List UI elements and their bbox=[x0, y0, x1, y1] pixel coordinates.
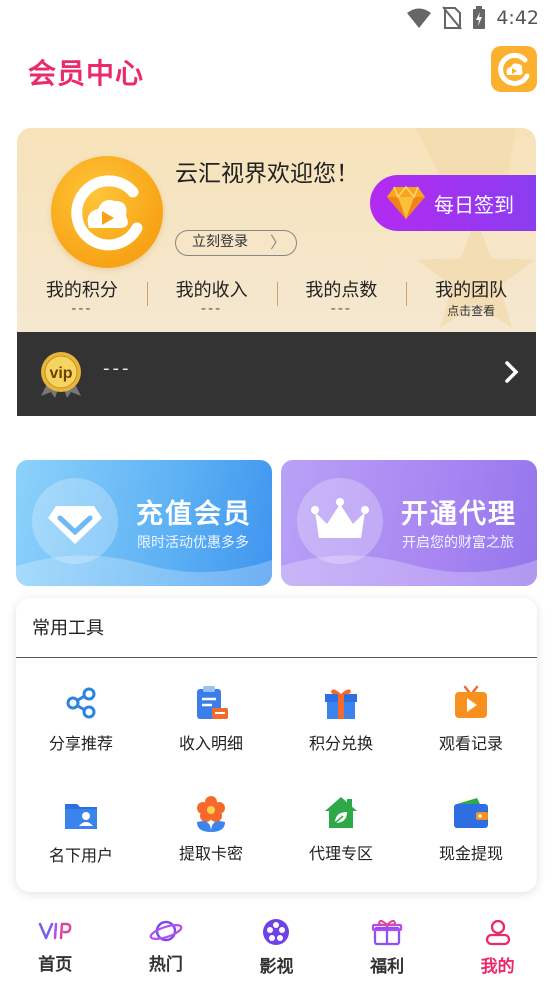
tool-label: 代理专区 bbox=[308, 844, 373, 863]
avatar[interactable] bbox=[51, 156, 163, 268]
bottom-tab-bar: 首页 热门 影视 福利 我的 bbox=[0, 908, 553, 983]
tv-play-icon bbox=[455, 685, 487, 718]
promo-title: 开通代理 bbox=[401, 499, 517, 530]
tool-share-recommend[interactable]: 分享推荐 bbox=[16, 686, 146, 754]
app-logo[interactable] bbox=[491, 46, 537, 92]
tab-label: 我的 bbox=[480, 957, 515, 977]
login-button[interactable]: 立刻登录 〉 bbox=[175, 230, 297, 256]
tool-label: 积分兑换 bbox=[308, 734, 373, 753]
no-sim-icon bbox=[442, 6, 463, 30]
app-logo-icon bbox=[498, 52, 530, 86]
tool-label: 现金提现 bbox=[438, 844, 503, 863]
tool-extract-card-key[interactable]: 提取卡密 bbox=[146, 794, 276, 864]
status-bar: 4:42 bbox=[0, 0, 553, 38]
stats-row: 我的积分 --- 我的收入 --- 我的点数 --- 我的团队 点击查看 bbox=[17, 276, 536, 326]
tab-label: 热门 bbox=[148, 955, 183, 975]
vip-badge-text: vip bbox=[49, 365, 72, 382]
tool-label: 提取卡密 bbox=[178, 844, 243, 863]
stat-label: 我的团队 bbox=[435, 280, 508, 301]
tab-hot[interactable]: 热门 bbox=[111, 908, 222, 983]
divider bbox=[16, 657, 537, 658]
gift-icon bbox=[371, 919, 403, 946]
house-leaf-icon bbox=[325, 797, 357, 828]
battery-charging-icon bbox=[473, 6, 486, 29]
wave-decor bbox=[16, 555, 272, 586]
stat-value: --- bbox=[330, 301, 352, 317]
film-reel-icon bbox=[263, 919, 290, 945]
stat-credits[interactable]: 我的点数 --- bbox=[276, 276, 407, 326]
planet-icon bbox=[149, 920, 183, 942]
chevron-right-icon bbox=[505, 361, 519, 383]
open-agent-card[interactable]: 开通代理 开启您的财富之旅 bbox=[281, 460, 537, 586]
vip-icon bbox=[39, 922, 72, 940]
diamond-icon bbox=[387, 185, 425, 219]
tool-agent-zone[interactable]: 代理专区 bbox=[276, 794, 406, 864]
checkin-label: 每日签到 bbox=[434, 192, 514, 217]
vip-status-text: --- bbox=[103, 358, 132, 379]
user-folder-icon bbox=[65, 804, 97, 829]
user-icon bbox=[485, 919, 510, 946]
tab-label: 首页 bbox=[38, 955, 73, 975]
status-icons: 4:42 bbox=[406, 6, 539, 30]
flower-icon bbox=[197, 796, 225, 832]
welcome-text: 云汇视界欢迎您！ bbox=[175, 161, 359, 187]
status-time: 4:42 bbox=[496, 7, 539, 29]
tool-points-exchange[interactable]: 积分兑换 bbox=[276, 684, 406, 754]
clipboard-icon bbox=[197, 686, 228, 719]
tab-welfare[interactable]: 福利 bbox=[332, 908, 443, 983]
wallet-icon bbox=[454, 798, 488, 828]
tool-cash-withdraw[interactable]: 现金提现 bbox=[406, 794, 536, 864]
login-label: 立刻登录 bbox=[192, 234, 248, 250]
page-title: 会员中心 bbox=[28, 57, 145, 90]
tab-movies[interactable]: 影视 bbox=[221, 908, 332, 983]
chevron-right-icon: 〉 bbox=[269, 233, 286, 252]
tab-home[interactable]: 首页 bbox=[0, 908, 111, 983]
tab-label: 影视 bbox=[259, 957, 294, 977]
stat-label: 我的点数 bbox=[305, 280, 378, 301]
stat-label: 我的收入 bbox=[175, 280, 248, 301]
tool-label: 名下用户 bbox=[48, 846, 113, 865]
tool-my-users[interactable]: 名下用户 bbox=[16, 796, 146, 866]
avatar-logo-icon bbox=[71, 175, 143, 251]
wifi-icon bbox=[407, 8, 432, 28]
common-tools-panel: 常用工具 分享推荐 收入明细 积分兑换 观看记录 名下用户 提取卡密 代理专区 … bbox=[16, 598, 537, 892]
tool-label: 收入明细 bbox=[178, 734, 243, 753]
stat-income[interactable]: 我的收入 --- bbox=[146, 276, 277, 326]
gift-icon bbox=[325, 689, 357, 719]
wave-decor bbox=[281, 555, 537, 586]
stat-points[interactable]: 我的积分 --- bbox=[17, 276, 147, 326]
vip-bar[interactable]: vip --- bbox=[17, 332, 536, 416]
promo-title: 充值会员 bbox=[136, 499, 252, 530]
tool-watch-history[interactable]: 观看记录 bbox=[406, 684, 536, 754]
stat-team[interactable]: 我的团队 点击查看 bbox=[406, 276, 536, 326]
daily-checkin-button[interactable]: 每日签到 bbox=[370, 175, 536, 231]
recharge-member-card[interactable]: 充值会员 限时活动优惠多多 bbox=[16, 460, 272, 586]
share-icon bbox=[66, 687, 96, 719]
stat-value: --- bbox=[71, 301, 93, 317]
tab-mine[interactable]: 我的 bbox=[442, 908, 553, 983]
tools-title: 常用工具 bbox=[32, 618, 104, 639]
stat-label: 我的积分 bbox=[45, 280, 118, 301]
profile-card: 云汇视界欢迎您！ 立刻登录 〉 每日签到 我的积分 --- 我的收入 --- 我… bbox=[17, 128, 536, 416]
tool-label: 分享推荐 bbox=[48, 734, 113, 753]
vip-badge-icon: vip bbox=[41, 352, 81, 398]
stat-sub: 点击查看 bbox=[447, 304, 496, 318]
tool-label: 观看记录 bbox=[438, 734, 503, 753]
tab-label: 福利 bbox=[370, 957, 405, 977]
tool-income-details[interactable]: 收入明细 bbox=[146, 684, 276, 754]
stat-value: --- bbox=[201, 301, 223, 317]
